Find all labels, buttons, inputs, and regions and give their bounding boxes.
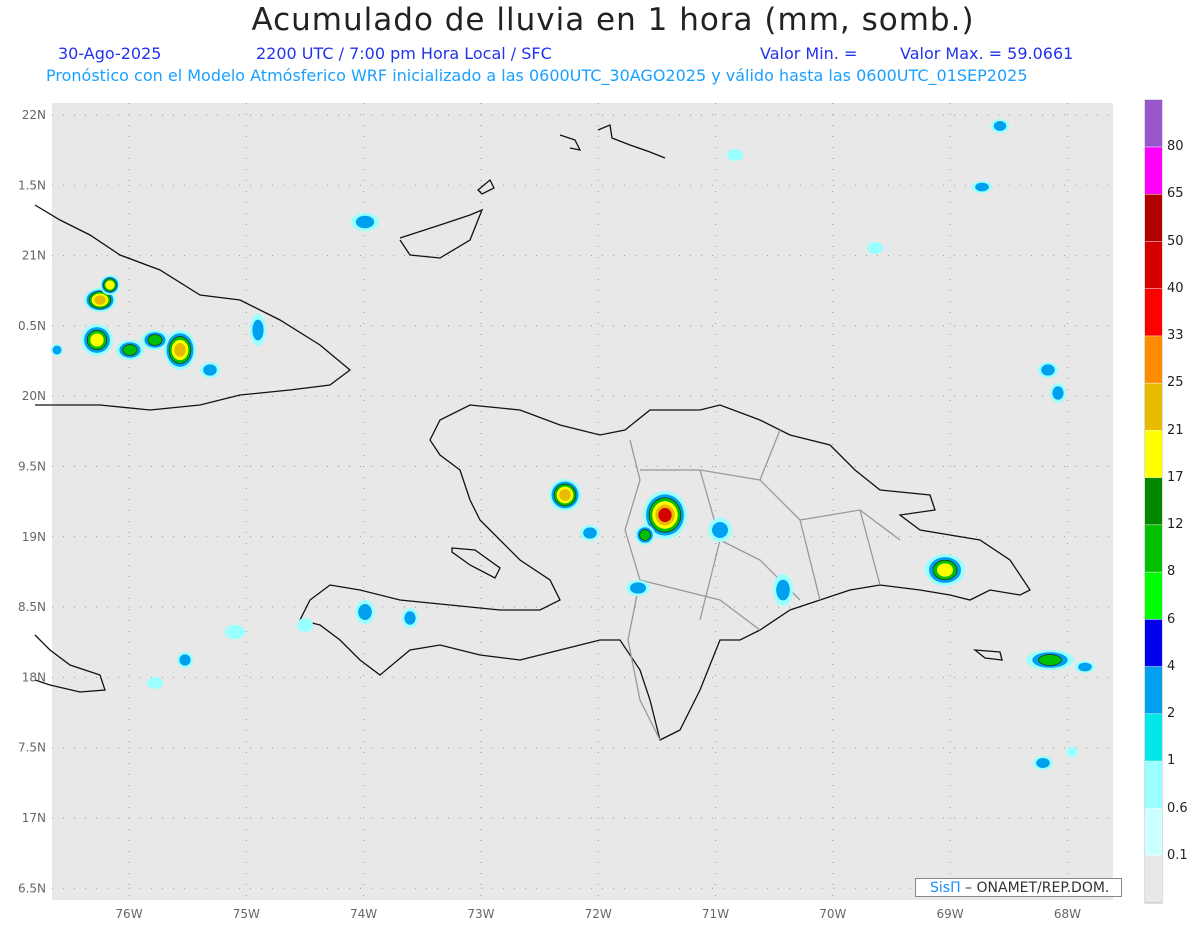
colorbar-label: 80 xyxy=(1167,139,1184,155)
lon-label: 68W xyxy=(1054,907,1081,921)
colorbar-label: 0.1 xyxy=(1167,847,1188,863)
rain-cell xyxy=(1075,661,1095,673)
rain-cell xyxy=(635,525,655,545)
credit-text: – ONAMET/REP.DOM. xyxy=(960,880,1110,896)
lat-label: 21N xyxy=(22,249,46,263)
rain-cell xyxy=(1050,383,1066,403)
rain-cell xyxy=(147,677,163,689)
lat-label: 1.5N xyxy=(18,178,46,192)
colorbar-label: 40 xyxy=(1167,280,1184,296)
colorbar-label: 33 xyxy=(1167,328,1184,344)
rain-cell xyxy=(351,213,379,231)
rain-cell xyxy=(402,608,418,628)
rain-cell xyxy=(1066,747,1078,757)
colorbar-swatch xyxy=(1145,761,1162,809)
lat-label: 6.5N xyxy=(18,881,46,895)
rain-cell xyxy=(626,580,650,596)
rain-cell xyxy=(867,242,883,254)
rain-cell xyxy=(773,574,793,606)
colorbar-label: 21 xyxy=(1167,422,1184,438)
rain-cell xyxy=(81,324,113,356)
rain-cell xyxy=(727,149,743,161)
rain-cell xyxy=(100,275,120,295)
colorbar xyxy=(1145,100,1162,903)
rain-cell xyxy=(708,518,732,542)
rain-cell xyxy=(355,600,375,624)
lon-label: 75W xyxy=(233,907,260,921)
sispi-logo: SisΠ xyxy=(930,880,961,896)
lon-label: 70W xyxy=(819,907,846,921)
colorbar-label: 50 xyxy=(1167,233,1184,249)
colorbar-label: 4 xyxy=(1167,658,1176,674)
lat-label: 18N xyxy=(22,670,46,684)
colorbar-label: 25 xyxy=(1167,375,1184,391)
colorbar-swatch xyxy=(1145,336,1162,383)
rain-cell xyxy=(116,340,144,360)
colorbar-swatch xyxy=(1145,572,1162,620)
colorbar-swatch xyxy=(1145,147,1162,194)
rain-cell xyxy=(51,344,63,356)
rain-cell xyxy=(200,362,220,378)
colorbar-swatch xyxy=(1145,855,1162,903)
rain-cell xyxy=(297,618,313,632)
colorbar-swatch xyxy=(1145,666,1162,714)
colorbar-label: 2 xyxy=(1167,706,1176,722)
rainfall-map: 76W 75W 74W 73W 72W 71W 70W 69W 68W 22N 1.5N 21N 0.5… xyxy=(18,99,1163,921)
colorbar-label: 17 xyxy=(1167,469,1184,485)
lon-label: 76W xyxy=(115,907,142,921)
colorbar-swatch xyxy=(1145,808,1162,856)
colorbar-swatch xyxy=(1145,241,1162,289)
lon-label: 71W xyxy=(702,907,729,921)
lat-label: 7.5N xyxy=(18,741,46,755)
colorbar-label: 6 xyxy=(1167,611,1176,627)
colorbar-label: 8 xyxy=(1167,564,1176,580)
colorbar-swatch xyxy=(1145,430,1162,478)
colorbar-swatch xyxy=(1145,477,1162,525)
colorbar-label: 0.6 xyxy=(1167,800,1188,816)
lat-label: 17N xyxy=(22,811,46,825)
colorbar-label: 1 xyxy=(1167,753,1176,769)
lat-label: 19N xyxy=(22,530,46,544)
colorbar-swatch xyxy=(1145,383,1162,431)
credit-box: SisΠ – ONAMET/REP.DOM. xyxy=(915,878,1122,897)
lon-label: 73W xyxy=(467,907,494,921)
rain-cell xyxy=(177,652,193,668)
colorbar-swatch xyxy=(1145,619,1162,667)
map-background xyxy=(52,103,1113,900)
rain-cell xyxy=(250,314,266,346)
colorbar-swatch xyxy=(1145,714,1162,761)
rain-cell xyxy=(925,554,965,586)
rain-cell xyxy=(580,525,600,541)
colorbar-swatch xyxy=(1145,194,1162,242)
rain-cell xyxy=(1033,756,1053,770)
rain-cell xyxy=(972,181,992,193)
rain-cell xyxy=(549,479,581,511)
lat-label: 0.5N xyxy=(18,319,46,333)
lon-label: 72W xyxy=(585,907,612,921)
colorbar-swatch xyxy=(1145,288,1162,336)
rain-cell xyxy=(225,625,245,639)
lon-label: 69W xyxy=(937,907,964,921)
rain-cell xyxy=(1038,362,1058,378)
lat-label: 8.5N xyxy=(18,600,46,614)
rain-cell xyxy=(164,330,196,370)
rain-cell xyxy=(1026,650,1074,670)
lon-label: 74W xyxy=(350,907,377,921)
colorbar-swatch xyxy=(1145,525,1162,572)
lat-label: 9.5N xyxy=(18,460,46,474)
colorbar-swatch xyxy=(1145,100,1162,147)
colorbar-label: 65 xyxy=(1167,186,1184,202)
lat-label: 20N xyxy=(22,389,46,403)
lat-label: 22N xyxy=(22,108,46,122)
rain-cell xyxy=(991,119,1009,133)
colorbar-label: 12 xyxy=(1167,517,1184,533)
